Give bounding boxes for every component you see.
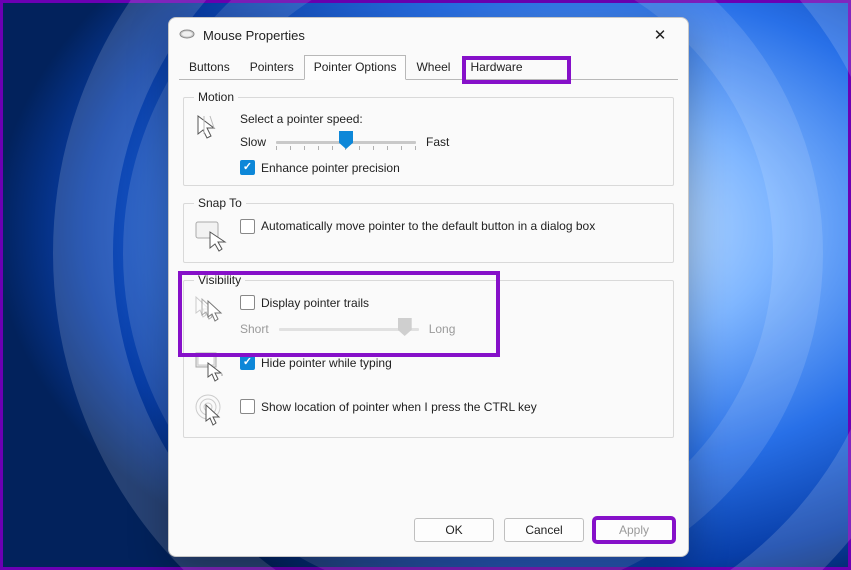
legend-motion: Motion <box>194 90 238 104</box>
trails-icon <box>194 295 228 329</box>
window-title: Mouse Properties <box>203 28 642 43</box>
show-ctrl-checkbox[interactable]: Show location of pointer when I press th… <box>240 399 537 414</box>
checkbox-icon <box>240 219 255 234</box>
mouse-icon <box>179 28 195 43</box>
slow-label: Slow <box>240 135 266 149</box>
pointer-speed-slider[interactable] <box>276 132 416 152</box>
legend-snap: Snap To <box>194 196 246 210</box>
mouse-properties-dialog: Mouse Properties ✕ Buttons Pointers Poin… <box>168 17 689 557</box>
snap-icon <box>194 218 228 252</box>
ok-button[interactable]: OK <box>414 518 494 542</box>
motion-prompt: Select a pointer speed: <box>240 112 663 126</box>
checkbox-icon <box>240 160 255 175</box>
snap-to-checkbox[interactable]: Automatically move pointer to the defaul… <box>240 218 595 234</box>
tab-buttons[interactable]: Buttons <box>179 55 240 80</box>
desktop-background: Mouse Properties ✕ Buttons Pointers Poin… <box>0 0 851 570</box>
motion-icon <box>194 112 228 146</box>
tab-hardware[interactable]: Hardware <box>460 55 532 80</box>
fast-label: Fast <box>426 135 449 149</box>
cancel-button[interactable]: Cancel <box>504 518 584 542</box>
checkbox-icon <box>240 399 255 414</box>
hide-while-typing-checkbox[interactable]: Hide pointer while typing <box>240 355 392 370</box>
snap-label: Automatically move pointer to the defaul… <box>261 218 595 234</box>
ctrl-icon <box>194 393 228 427</box>
tab-pointers[interactable]: Pointers <box>240 55 304 80</box>
group-visibility: Visibility <box>183 273 674 438</box>
pointer-trails-checkbox[interactable]: Display pointer trails <box>240 295 369 310</box>
hide-typing-label: Hide pointer while typing <box>261 356 392 370</box>
tab-wheel[interactable]: Wheel <box>406 55 460 80</box>
checkbox-icon <box>240 355 255 370</box>
close-button[interactable]: ✕ <box>642 26 678 44</box>
hide-typing-icon <box>194 349 228 383</box>
ctrl-label: Show location of pointer when I press th… <box>261 400 537 414</box>
tab-strip: Buttons Pointers Pointer Options Wheel H… <box>169 54 688 79</box>
checkbox-icon <box>240 295 255 310</box>
group-motion: Motion Select a pointer speed: Slow <box>183 90 674 186</box>
apply-button[interactable]: Apply <box>594 518 674 542</box>
long-label: Long <box>429 322 456 336</box>
short-label: Short <box>240 322 269 336</box>
enhance-precision-checkbox[interactable]: Enhance pointer precision <box>240 160 400 175</box>
titlebar: Mouse Properties ✕ <box>169 18 688 52</box>
trails-length-slider <box>279 319 419 339</box>
trails-label: Display pointer trails <box>261 296 369 310</box>
legend-visibility: Visibility <box>194 273 245 287</box>
dialog-footer: OK Cancel Apply <box>169 508 688 556</box>
dialog-body: Motion Select a pointer speed: Slow <box>169 80 688 508</box>
group-snap-to: Snap To Automatically move pointer to th… <box>183 196 674 263</box>
enhance-label: Enhance pointer precision <box>261 161 400 175</box>
tab-pointer-options[interactable]: Pointer Options <box>304 55 407 80</box>
